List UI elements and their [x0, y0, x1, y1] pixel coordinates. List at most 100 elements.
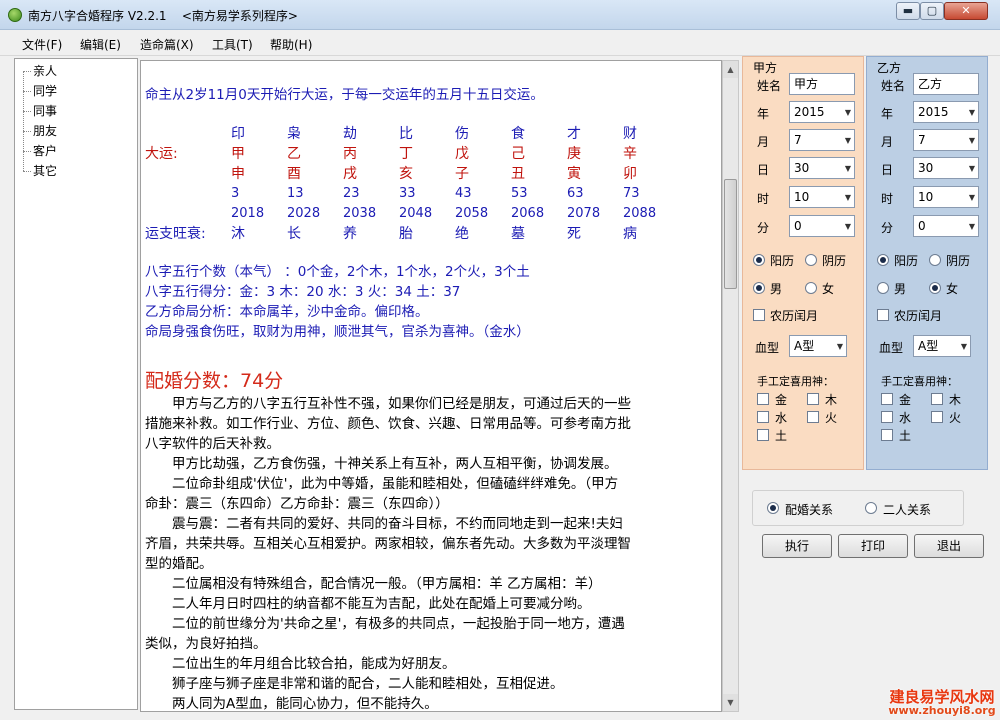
menu-edit[interactable]: 编辑(E) [80, 36, 121, 53]
menu-help[interactable]: 帮助(H) [270, 36, 312, 53]
wood-label: 木 [825, 393, 838, 407]
party-b-day-select[interactable]: 30 ▼ [913, 157, 979, 179]
marriage-relation-radio[interactable] [767, 502, 779, 514]
tree-connector [23, 171, 31, 172]
minimize-button[interactable]: ▬ [896, 2, 920, 20]
dizhi: 丑 [511, 166, 525, 182]
party-a-year-select[interactable]: 2015 ▼ [789, 101, 855, 123]
party-a-month-select[interactable]: 7 ▼ [789, 129, 855, 151]
party-b-earth-checkbox[interactable] [881, 429, 893, 441]
party-a-blood-select[interactable]: A型 ▼ [789, 335, 847, 357]
party-b-hour-select[interactable]: 10 ▼ [913, 186, 979, 208]
two-person-relation-radio[interactable] [865, 502, 877, 514]
tree-item-relatives[interactable]: 亲人 [33, 62, 57, 79]
report-paragraph: 二位命卦组成'伏位'，此为中等婚，虽能和睦相处，但磕磕绊绊难免。（甲方 [145, 476, 619, 492]
select-value: 2015 [794, 105, 825, 119]
report-paragraph: 二位的前世缘分为'共命之星'，有极多的共同点，一起投胎于同一地方，遭遇 [145, 616, 625, 632]
tree-item-friends[interactable]: 朋友 [33, 122, 57, 139]
report-paragraph: 二位属相没有特殊组合，配合情况一般。（甲方属相：羊 乙方属相：羊） [145, 576, 602, 592]
report-paragraph: 震与震：二者有共同的爱好、共同的奋斗目标，不约而同地走到一起来!夫妇 [145, 516, 623, 532]
party-a-fire-checkbox[interactable] [807, 411, 819, 423]
dropdown-arrow-icon: ▼ [968, 164, 975, 173]
wangshuai: 养 [343, 226, 357, 242]
tiangan: 丁 [399, 146, 413, 162]
select-value: A型 [794, 339, 815, 353]
female-label: 女 [822, 282, 835, 296]
report-scrollbar[interactable]: ▲ ▼ [722, 60, 739, 712]
party-a-leap-checkbox[interactable] [753, 309, 765, 321]
dizhi: 亥 [399, 166, 413, 182]
wuxing-count: 八字五行个数（本气） ：0个金，2个木，1个水，2个火，3个土 [145, 264, 530, 280]
party-a-male-radio[interactable] [753, 282, 765, 294]
party-b-minute-select[interactable]: 0 ▼ [913, 215, 979, 237]
party-b-name-input[interactable]: 乙方 [913, 73, 979, 95]
party-a-name-input[interactable]: 甲方 [789, 73, 855, 95]
tree-item-customers[interactable]: 客户 [33, 142, 57, 159]
select-value: 30 [918, 161, 934, 175]
tiangan: 辛 [623, 146, 637, 162]
party-a-hour-select[interactable]: 10 ▼ [789, 186, 855, 208]
tree-connector [23, 111, 31, 112]
party-b-water-checkbox[interactable] [881, 411, 893, 423]
tree-item-others[interactable]: 其它 [33, 162, 57, 179]
shishen-label: 比 [399, 126, 413, 142]
party-b-wood-checkbox[interactable] [931, 393, 943, 405]
party-b-fire-checkbox[interactable] [931, 411, 943, 423]
dayun-year: 2018 [231, 206, 265, 221]
tree-item-colleagues[interactable]: 同事 [33, 102, 57, 119]
print-button[interactable]: 打印 [838, 534, 908, 558]
dropdown-arrow-icon: ▼ [968, 193, 975, 202]
party-b-female-radio[interactable] [929, 282, 941, 294]
menu-zaoming[interactable]: 造命篇(X) [140, 36, 194, 53]
tiangan: 乙 [287, 146, 301, 162]
dropdown-arrow-icon: ▼ [968, 108, 975, 117]
tiangan: 己 [511, 146, 525, 162]
wood-label: 木 [949, 393, 962, 407]
yongshen-analysis: 命局身强食伤旺，取财为用神，顺泄其气，官杀为喜神。（金水） [145, 324, 530, 340]
party-a-lunar-radio[interactable] [805, 254, 817, 266]
maximize-button[interactable]: ▢ [920, 2, 944, 20]
tree-item-classmates[interactable]: 同学 [33, 82, 57, 99]
wangshuai: 病 [623, 226, 637, 242]
party-a-metal-checkbox[interactable] [757, 393, 769, 405]
scroll-up-arrow-icon[interactable]: ▲ [723, 61, 738, 78]
wangshuai: 沐 [231, 226, 245, 242]
scroll-down-arrow-icon[interactable]: ▼ [723, 694, 738, 711]
lunar-label: 阴历 [946, 254, 971, 268]
party-b-lunar-radio[interactable] [929, 254, 941, 266]
dropdown-arrow-icon: ▼ [844, 136, 851, 145]
tiangan: 庚 [567, 146, 581, 162]
party-a-water-checkbox[interactable] [757, 411, 769, 423]
party-b-month-select[interactable]: 7 ▼ [913, 129, 979, 151]
execute-button[interactable]: 执行 [762, 534, 832, 558]
menu-file[interactable]: 文件(F) [22, 36, 62, 53]
close-button[interactable]: ✕ [944, 2, 988, 20]
category-tree: 亲人 同学 同事 朋友 客户 其它 [14, 58, 138, 710]
party-a-solar-radio[interactable] [753, 254, 765, 266]
report-paragraph: 命卦：震三（东四命）乙方命卦：震三（东四命）） [145, 496, 449, 512]
year-label: 年 [757, 107, 770, 121]
dizhi: 子 [455, 166, 469, 182]
party-a-female-radio[interactable] [805, 282, 817, 294]
watermark-name: 建良易学风水网 [889, 688, 995, 706]
party-b-blood-select[interactable]: A型 ▼ [913, 335, 971, 357]
party-b-male-radio[interactable] [877, 282, 889, 294]
dizhi: 申 [231, 166, 245, 182]
party-b-leap-checkbox[interactable] [877, 309, 889, 321]
party-b-year-select[interactable]: 2015 ▼ [913, 101, 979, 123]
party-a-wood-checkbox[interactable] [807, 393, 819, 405]
dayun-year: 2078 [567, 206, 601, 221]
party-a-earth-checkbox[interactable] [757, 429, 769, 441]
menu-tools[interactable]: 工具(T) [212, 36, 253, 53]
party-a-day-select[interactable]: 30 ▼ [789, 157, 855, 179]
scroll-thumb[interactable] [724, 179, 737, 289]
day-label: 日 [881, 163, 894, 177]
report-panel[interactable]: 命主从2岁11月0天开始行大运，于每一交运年的五月十五日交运。 印 枭 劫 比 … [140, 60, 722, 712]
wuxing-score: 八字五行得分：金：3 木：20 水：3 火：34 土：37 [145, 284, 461, 300]
party-b-metal-checkbox[interactable] [881, 393, 893, 405]
wangshuai: 死 [567, 226, 581, 242]
relation-group: 配婚关系 二人关系 [752, 490, 964, 526]
party-b-solar-radio[interactable] [877, 254, 889, 266]
party-a-minute-select[interactable]: 0 ▼ [789, 215, 855, 237]
exit-button[interactable]: 退出 [914, 534, 984, 558]
